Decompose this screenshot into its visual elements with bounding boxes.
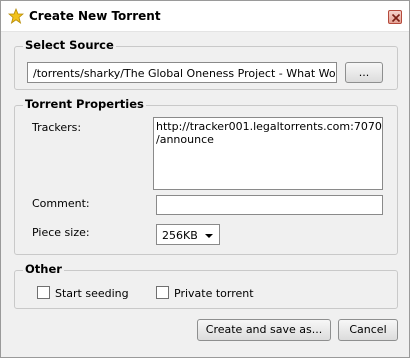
star-icon <box>7 7 25 24</box>
create-and-save-label: Create and save as... <box>205 323 323 336</box>
close-icon <box>391 13 401 23</box>
piece-size-label: Piece size: <box>32 226 90 239</box>
other-label: Other <box>23 262 64 276</box>
source-path-value: /torrents/sharky/The Global Oneness Proj… <box>33 67 335 80</box>
cancel-button[interactable]: Cancel <box>338 319 398 341</box>
other-group: Other Start seeding Private torrent <box>14 262 398 309</box>
piece-size-value: 256KB <box>162 229 198 242</box>
private-torrent-checkbox[interactable] <box>156 286 169 299</box>
trackers-textarea[interactable]: http://tracker001.legaltorrents.com:7070… <box>153 117 383 190</box>
chevron-down-icon <box>205 234 213 238</box>
trackers-line: /announce <box>156 133 214 146</box>
piece-size-select[interactable]: 256KB <box>156 224 220 245</box>
browse-button-label: ... <box>358 66 370 79</box>
trackers-line: http://tracker001.legaltorrents.com:7070 <box>156 120 382 133</box>
comment-label: Comment: <box>32 197 90 210</box>
create-torrent-dialog: Create New Torrent Select Source /torren… <box>0 0 410 358</box>
comment-input[interactable] <box>156 195 383 215</box>
title-bar: Create New Torrent <box>1 1 409 32</box>
trackers-label: Trackers: <box>32 121 82 134</box>
close-button[interactable] <box>388 10 402 24</box>
browse-button[interactable]: ... <box>345 62 383 83</box>
torrent-properties-group: Torrent Properties Trackers: http://trac… <box>14 97 398 255</box>
create-and-save-button[interactable]: Create and save as... <box>197 319 331 341</box>
select-source-group: Select Source /torrents/sharky/The Globa… <box>14 38 398 90</box>
start-seeding-checkbox[interactable] <box>37 286 50 299</box>
start-seeding-label[interactable]: Start seeding <box>55 287 129 300</box>
torrent-properties-label: Torrent Properties <box>23 97 146 111</box>
source-path-input[interactable]: /torrents/sharky/The Global Oneness Proj… <box>27 62 337 83</box>
cancel-label: Cancel <box>349 323 387 336</box>
private-torrent-label[interactable]: Private torrent <box>174 287 254 300</box>
select-source-label: Select Source <box>23 38 116 52</box>
window-title: Create New Torrent <box>29 9 161 23</box>
